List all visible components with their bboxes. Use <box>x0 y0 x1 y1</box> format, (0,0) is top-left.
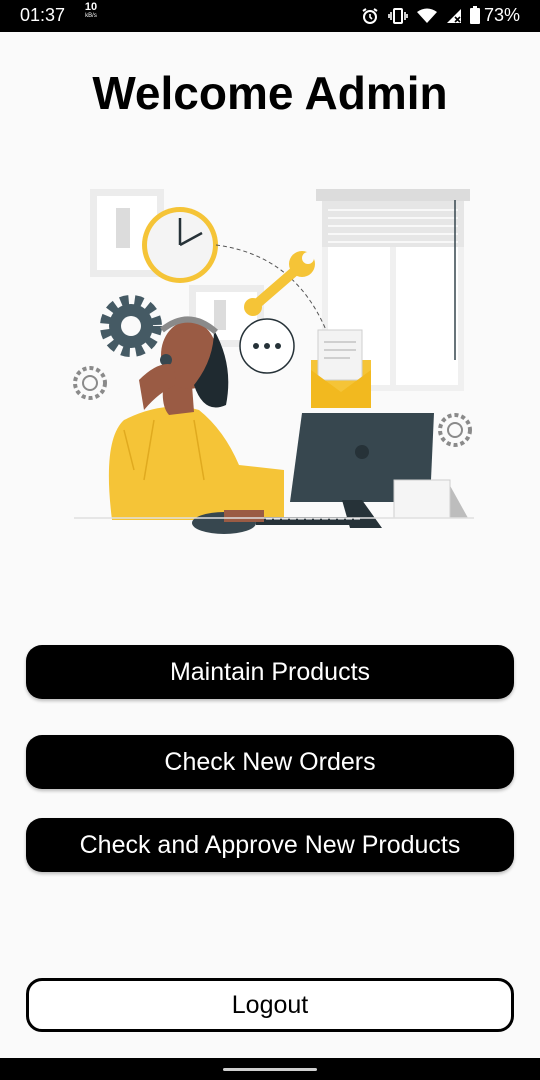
status-bar: 01:37 10 kB/s 73% <box>0 0 540 32</box>
vibrate-icon <box>388 8 408 24</box>
status-time: 01:37 <box>20 5 66 25</box>
alarm-icon <box>362 8 378 24</box>
battery-percent: 73% <box>483 5 520 25</box>
net-speed-value: 10 <box>84 1 98 13</box>
wifi-icon <box>417 8 437 23</box>
no-signal-icon <box>447 9 461 23</box>
net-speed-unit: kB/s <box>85 13 97 19</box>
page-title: Welcome Admin <box>92 67 448 119</box>
check-new-orders-button[interactable]: Check New Orders <box>26 735 514 789</box>
approve-new-products-button[interactable]: Check and Approve New Products <box>26 818 514 872</box>
navigation-bar <box>0 1058 540 1080</box>
maintain-products-button[interactable]: Maintain Products <box>26 645 514 699</box>
net-speed: 10 kB/s <box>81 1 101 21</box>
home-gesture-handle[interactable] <box>223 1068 317 1071</box>
customer-support-illustration <box>73 189 474 534</box>
battery-icon <box>470 6 480 24</box>
logout-button[interactable]: Logout <box>26 978 514 1032</box>
